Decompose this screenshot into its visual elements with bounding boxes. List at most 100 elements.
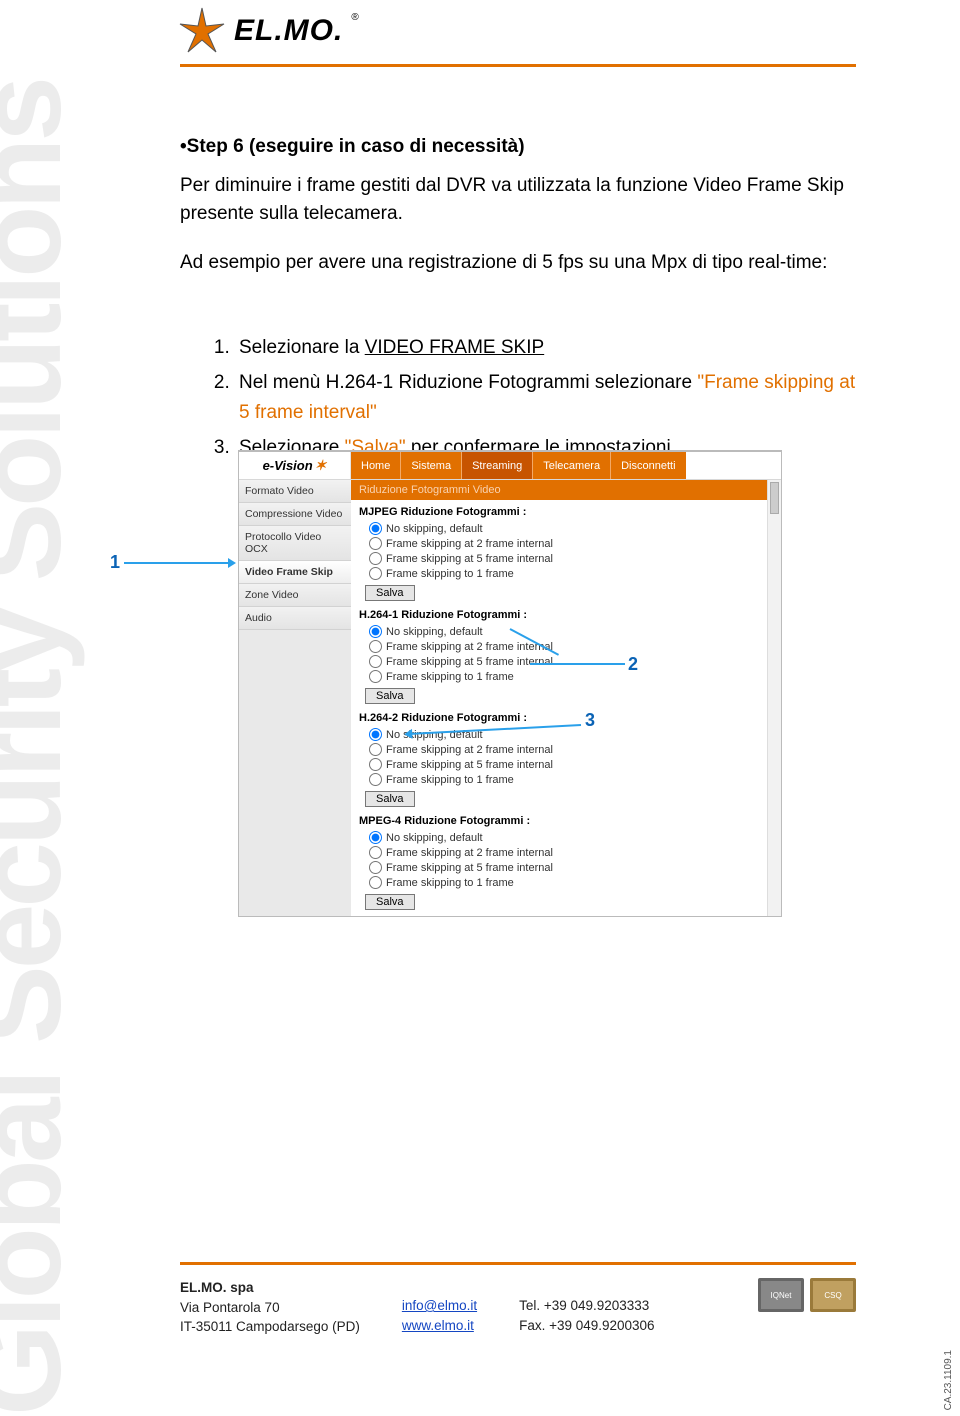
opt-label: Frame skipping at 5 frame internal <box>386 553 553 565</box>
tab-streaming[interactable]: Streaming <box>462 452 533 479</box>
email-link[interactable]: info@elmo.it <box>402 1298 477 1313</box>
sidebar-item-compressione-video[interactable]: Compressione Video <box>239 503 351 526</box>
opt-label: No skipping, default <box>386 523 483 535</box>
app-sidebar: Formato Video Compressione Video Protoco… <box>239 480 351 916</box>
opt-label: Frame skipping to 1 frame <box>386 568 514 580</box>
fax: Fax. +39 049.9200306 <box>519 1316 655 1336</box>
opt-label: Frame skipping at 5 frame internal <box>386 656 553 668</box>
mjpeg-save-button[interactable]: Salva <box>365 585 415 601</box>
mpeg4-opt-0[interactable]: No skipping, default <box>351 830 781 845</box>
tab-disconnetti[interactable]: Disconnetti <box>611 452 685 479</box>
step-title: •Step 6 (eseguire in caso di necessità) <box>180 136 856 158</box>
mjpeg-opt-0[interactable]: No skipping, default <box>351 521 781 536</box>
h2642-opt-1[interactable]: Frame skipping at 2 frame internal <box>351 742 781 757</box>
logo-star-icon <box>178 6 226 56</box>
group-mjpeg-title: MJPEG Riduzione Fotogrammi : <box>351 500 781 521</box>
radio[interactable] <box>369 670 382 683</box>
radio[interactable] <box>369 728 382 741</box>
sidebar-item-audio[interactable]: Audio <box>239 607 351 630</box>
footer-links: info@elmo.it www.elmo.it <box>402 1278 477 1335</box>
opt-label: Frame skipping to 1 frame <box>386 671 514 683</box>
mpeg4-opt-3[interactable]: Frame skipping to 1 frame <box>351 875 781 890</box>
mpeg4-opt-1[interactable]: Frame skipping at 2 frame internal <box>351 845 781 860</box>
radio[interactable] <box>369 640 382 653</box>
mpeg4-save-button[interactable]: Salva <box>365 894 415 910</box>
logo: EL.MO. ® <box>178 6 960 56</box>
scrollbar[interactable] <box>767 480 781 916</box>
mjpeg-opt-2[interactable]: Frame skipping at 5 frame internal <box>351 551 781 566</box>
opt-label: Frame skipping at 2 frame internal <box>386 641 553 653</box>
radio[interactable] <box>369 743 382 756</box>
h2642-save-button[interactable]: Salva <box>365 791 415 807</box>
star-icon: ✶ <box>315 457 327 474</box>
radio[interactable] <box>369 537 382 550</box>
step-1-link: VIDEO FRAME SKIP <box>365 337 544 358</box>
sidebar-item-protocollo-video-ocx[interactable]: Protocollo Video OCX <box>239 526 351 561</box>
app-panel: Riduzione Fotogrammi Video MJPEG Riduzio… <box>351 480 781 916</box>
h2641-opt-2[interactable]: Frame skipping at 5 frame internal <box>351 654 781 669</box>
app-window: e-Vision✶ Home Sistema Streaming Telecam… <box>238 450 782 917</box>
mpeg4-opt-2[interactable]: Frame skipping at 5 frame internal <box>351 860 781 875</box>
tab-home[interactable]: Home <box>351 452 401 479</box>
h2641-opt-1[interactable]: Frame skipping at 2 frame internal <box>351 639 781 654</box>
radio[interactable] <box>369 846 382 859</box>
address-line-2: IT-35011 Campodarsego (PD) <box>180 1317 360 1337</box>
opt-label: Frame skipping to 1 frame <box>386 774 514 786</box>
sidebar-item-formato-video[interactable]: Formato Video <box>239 480 351 503</box>
opt-label: Frame skipping to 1 frame <box>386 877 514 889</box>
step-1-text: Selezionare la <box>239 337 365 358</box>
radio[interactable] <box>369 861 382 874</box>
content-area: •Step 6 (eseguire in caso di necessità) … <box>180 136 856 468</box>
h2641-opt-0[interactable]: No skipping, default <box>351 624 781 639</box>
radio[interactable] <box>369 831 382 844</box>
step-2: Nel menù H.264-1 Riduzione Fotogrammi se… <box>235 368 856 427</box>
footer: EL.MO. spa Via Pontarola 70 IT-35011 Cam… <box>180 1278 856 1337</box>
watermark-text: Global Security Solutions <box>0 80 70 1416</box>
radio[interactable] <box>369 655 382 668</box>
radio[interactable] <box>369 522 382 535</box>
callout-3: 3 <box>585 710 595 731</box>
sidebar-item-zone-video[interactable]: Zone Video <box>239 584 351 607</box>
callout-1: 1 <box>110 552 120 573</box>
tel: Tel. +39 049.9203333 <box>519 1296 655 1316</box>
sidebar-item-video-frame-skip[interactable]: Video Frame Skip <box>239 561 351 584</box>
arrow-1 <box>124 562 234 564</box>
footer-rule <box>180 1262 856 1265</box>
tab-telecamera[interactable]: Telecamera <box>533 452 611 479</box>
opt-label: Frame skipping at 2 frame internal <box>386 744 553 756</box>
footer-badges: IQNet CSQ <box>758 1278 856 1312</box>
radio[interactable] <box>369 625 382 638</box>
address-line-1: Via Pontarola 70 <box>180 1298 360 1318</box>
header-rule <box>180 64 856 67</box>
opt-label: Frame skipping at 5 frame internal <box>386 759 553 771</box>
mjpeg-opt-1[interactable]: Frame skipping at 2 frame internal <box>351 536 781 551</box>
h2641-opt-3[interactable]: Frame skipping to 1 frame <box>351 669 781 684</box>
opt-label: No skipping, default <box>386 832 483 844</box>
badge-csq: CSQ <box>810 1278 856 1312</box>
opt-label: Frame skipping at 5 frame internal <box>386 862 553 874</box>
callout-2: 2 <box>628 654 638 675</box>
h2642-opt-3[interactable]: Frame skipping to 1 frame <box>351 772 781 787</box>
company-name: EL.MO. spa <box>180 1278 360 1298</box>
example-paragraph: Ad esempio per avere una registrazione d… <box>180 249 856 277</box>
logo-text: EL.MO. <box>234 14 343 48</box>
group-mpeg4-title: MPEG-4 Riduzione Fotogrammi : <box>351 809 781 830</box>
radio[interactable] <box>369 552 382 565</box>
h2642-opt-2[interactable]: Frame skipping at 5 frame internal <box>351 757 781 772</box>
page-header: EL.MO. ® <box>0 0 960 56</box>
instruction-list: Selezionare la VIDEO FRAME SKIP Nel menù… <box>235 333 856 463</box>
radio[interactable] <box>369 758 382 771</box>
mjpeg-opt-3[interactable]: Frame skipping to 1 frame <box>351 566 781 581</box>
badge-iqnet: IQNet <box>758 1278 804 1312</box>
website-link[interactable]: www.elmo.it <box>402 1318 474 1333</box>
h2641-save-button[interactable]: Salva <box>365 688 415 704</box>
opt-label: Frame skipping at 2 frame internal <box>386 538 553 550</box>
app-tabs: Home Sistema Streaming Telecamera Discon… <box>351 452 781 479</box>
radio[interactable] <box>369 773 382 786</box>
group-h264-1-title: H.264-1 Riduzione Fotogrammi : <box>351 603 781 624</box>
footer-phones: Tel. +39 049.9203333 Fax. +39 049.920030… <box>519 1278 655 1335</box>
radio[interactable] <box>369 876 382 889</box>
panel-header: Riduzione Fotogrammi Video <box>351 480 781 500</box>
tab-sistema[interactable]: Sistema <box>401 452 462 479</box>
radio[interactable] <box>369 567 382 580</box>
